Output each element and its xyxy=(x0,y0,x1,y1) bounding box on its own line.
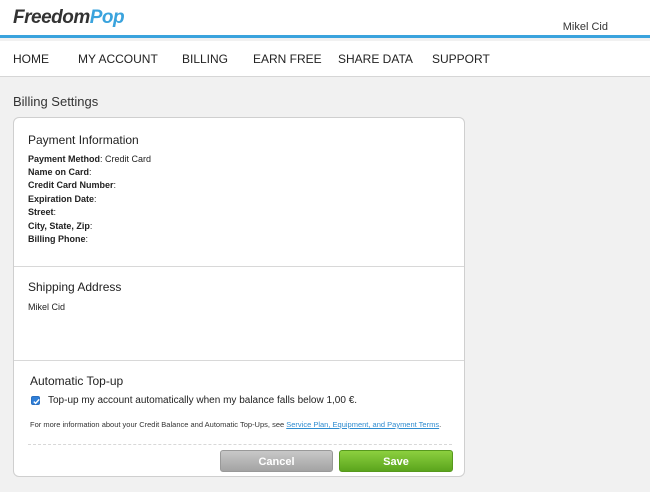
nav-item-my-account[interactable]: MY ACCOUNT xyxy=(78,52,158,66)
save-button[interactable]: Save xyxy=(339,450,453,472)
street-label: Street xyxy=(28,207,54,217)
freedompop-logo[interactable]: FreedomPop xyxy=(13,7,125,29)
billing-settings-card: Payment Information Payment Method: Cred… xyxy=(13,117,465,477)
shipping-name: Mikel Cid xyxy=(28,302,66,312)
city-state-zip-label: City, State, Zip xyxy=(28,221,90,231)
topup-info-prefix: For more information about your Credit B… xyxy=(30,420,287,429)
shipping-address-section: Shipping Address Mikel Cid xyxy=(14,266,464,360)
city-state-zip-row: City, State, Zip: xyxy=(28,221,92,231)
service-plan-terms-link[interactable]: Service Plan, Equipment, and Payment Ter… xyxy=(286,420,439,429)
button-divider xyxy=(28,444,452,445)
automatic-topup-title: Automatic Top-up xyxy=(30,374,124,388)
expiration-date-row: Expiration Date: xyxy=(28,194,97,204)
check-icon xyxy=(33,398,40,405)
cancel-button[interactable]: Cancel xyxy=(220,450,333,472)
shipping-address-title: Shipping Address xyxy=(28,280,122,294)
billing-phone-label: Billing Phone xyxy=(28,234,86,244)
nav-item-share-data[interactable]: SHARE DATA xyxy=(338,52,413,66)
card-number-row: Credit Card Number: xyxy=(28,180,116,190)
payment-information-section: Payment Information Payment Method: Cred… xyxy=(14,118,464,266)
street-row: Street: xyxy=(28,207,56,217)
nav-item-home[interactable]: HOME xyxy=(13,52,49,66)
nav-item-billing[interactable]: BILLING xyxy=(182,52,228,66)
card-number-label: Credit Card Number xyxy=(28,180,114,190)
name-on-card-value: : xyxy=(89,167,92,177)
topup-info-text: For more information about your Credit B… xyxy=(30,420,460,430)
logo-text-part2: Pop xyxy=(89,7,125,28)
payment-method-label: Payment Method xyxy=(28,154,101,164)
name-on-card-label: Name on Card xyxy=(28,167,90,177)
payment-information-title: Payment Information xyxy=(28,133,139,147)
payment-method-row: Payment Method: Credit Card xyxy=(28,154,151,164)
main-nav: HOME MY ACCOUNT BILLING EARN FREE SHARE … xyxy=(0,41,650,77)
header: FreedomPop Mikel Cid xyxy=(0,0,650,38)
topup-checkbox-label[interactable]: Top-up my account automatically when my … xyxy=(48,395,357,406)
nav-item-support[interactable]: SUPPORT xyxy=(432,52,490,66)
topup-checkbox[interactable] xyxy=(31,396,40,405)
expiration-date-label: Expiration Date xyxy=(28,194,95,204)
payment-method-value: : Credit Card xyxy=(100,154,152,164)
city-state-zip-value: : xyxy=(89,221,93,231)
page-title: Billing Settings xyxy=(13,94,99,109)
user-name[interactable]: Mikel Cid xyxy=(563,21,608,33)
street-value: : xyxy=(53,207,57,217)
topup-info-end: . xyxy=(439,420,442,429)
card-number-value: : xyxy=(113,180,117,190)
billing-phone-value: : xyxy=(85,234,89,244)
logo-text-part1: Freedom xyxy=(13,7,90,28)
billing-phone-row: Billing Phone: xyxy=(28,234,88,244)
nav-item-earn-free[interactable]: EARN FREE xyxy=(253,52,322,66)
expiration-date-value: : xyxy=(94,194,97,204)
name-on-card-row: Name on Card: xyxy=(28,167,92,177)
